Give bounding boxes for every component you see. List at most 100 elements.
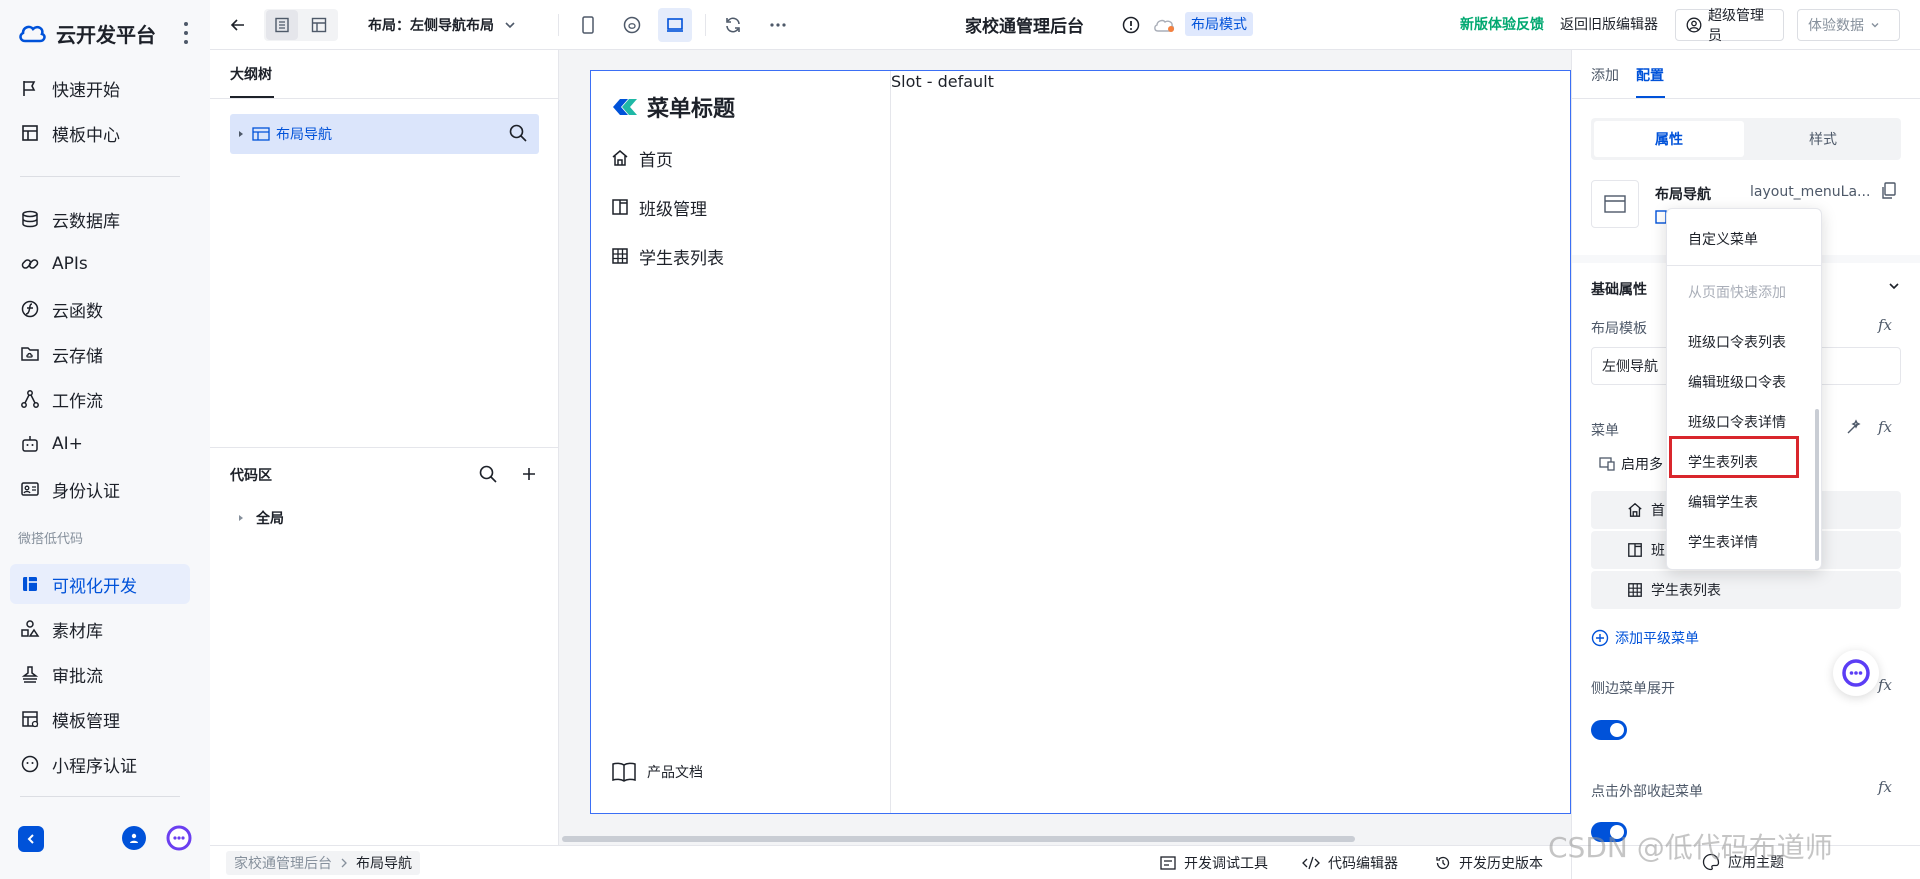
preview-menu-item-students[interactable]: 学生表列表 — [611, 241, 724, 271]
nav-item-functions[interactable]: 云函数 — [10, 289, 190, 329]
copy-icon[interactable] — [1881, 182, 1897, 200]
tab-add[interactable]: 添加 — [1591, 65, 1619, 85]
info-circle-icon[interactable] — [1115, 10, 1147, 40]
tab-config[interactable]: 配置 — [1636, 65, 1664, 85]
old-editor-link[interactable]: 返回旧版编辑器 — [1560, 14, 1658, 34]
code-area-title: 代码区 — [230, 468, 272, 484]
left-sidebar: 云开发平台 快速开始 模板中心 云数据库 APIs 云函数 云存储 工作流 AI… — [0, 0, 210, 879]
preview-menu-item-home[interactable]: 首页 — [611, 143, 673, 173]
fx-icon[interactable]: fx — [1878, 676, 1892, 694]
id-card-icon — [18, 477, 42, 501]
caret-right-icon[interactable] — [236, 513, 246, 523]
miniprogram-device-icon[interactable] — [616, 10, 648, 40]
chevron-down-icon[interactable] — [1888, 280, 1900, 292]
more-vertical-icon[interactable] — [178, 20, 194, 46]
layout-selector[interactable]: 布局：左侧导航布局 — [368, 10, 516, 40]
dropdown-item[interactable]: 编辑学生表 — [1667, 484, 1817, 520]
nav-item-label: 云数据库 — [52, 211, 120, 232]
feedback-link[interactable]: 新版体验反馈 — [1460, 14, 1544, 34]
app-title: 家校通管理后台 — [965, 17, 1084, 37]
magic-wand-icon[interactable] — [1845, 418, 1863, 436]
nav-item-auth[interactable]: 身份认证 — [10, 469, 190, 509]
search-icon[interactable] — [508, 123, 528, 143]
nav-item-miniprogram[interactable]: 小程序认证 — [10, 744, 190, 784]
user-avatar-icon[interactable] — [122, 826, 146, 850]
component-thumbnail — [1591, 180, 1639, 228]
segment-styles[interactable]: 样式 — [1748, 121, 1898, 157]
segment-control: 属性 样式 — [1591, 118, 1901, 160]
search-icon[interactable] — [478, 464, 498, 484]
assistant-icon[interactable] — [166, 825, 192, 851]
breadcrumb-item[interactable]: 布局导航 — [356, 853, 412, 873]
status-bar: 家校通管理后台 布局导航 开发调试工具 代码编辑器 开发历史版本 — [210, 845, 1571, 879]
nav-item-visual-dev[interactable]: 可视化开发 — [10, 564, 190, 604]
mobile-device-icon[interactable] — [572, 10, 604, 40]
nav-item-label: 云存储 — [52, 346, 103, 367]
tree-node-label: 布局导航 — [276, 127, 332, 143]
nav-item-storage[interactable]: 云存储 — [10, 334, 190, 374]
mode-badge[interactable]: 布局模式 — [1185, 12, 1253, 36]
dropdown-item-custom-menu[interactable]: 自定义菜单 — [1667, 221, 1817, 257]
tab-outline-tree[interactable]: 大纲树 — [230, 50, 272, 98]
trial-data-select[interactable]: 体验数据 — [1797, 9, 1900, 41]
nav-item-apis[interactable]: APIs — [10, 244, 190, 284]
add-icon[interactable] — [520, 465, 538, 483]
dropdown-item[interactable]: 学生表详情 — [1667, 524, 1817, 560]
preview-menu-item-class[interactable]: 班级管理 — [611, 192, 707, 222]
page-preview[interactable]: 菜单标题 首页 班级管理 学生表列表 产品文档 Slot - default — [590, 70, 1571, 814]
fx-icon[interactable]: fx — [1878, 418, 1892, 436]
fx-icon[interactable]: fx — [1878, 316, 1892, 334]
menu-config-row-students[interactable]: 学生表列表 — [1591, 571, 1901, 609]
side-expand-toggle[interactable] — [1591, 720, 1627, 740]
enable-multi-option[interactable]: 启用多 — [1599, 454, 1663, 474]
back-arrow-icon[interactable] — [222, 10, 254, 40]
dropdown-item[interactable]: 班级口令表列表 — [1667, 324, 1817, 360]
page-view-icon[interactable] — [266, 10, 298, 40]
nav-item-template-manage[interactable]: 模板管理 — [10, 699, 190, 739]
nav-item-ai[interactable]: AI+ — [10, 424, 190, 464]
tree-node-layout-nav[interactable]: 布局导航 — [230, 114, 539, 154]
floating-assistant-button[interactable] — [1833, 650, 1879, 696]
more-horizontal-icon[interactable] — [762, 10, 794, 40]
app-logo-icon — [611, 95, 639, 119]
home-icon — [611, 149, 629, 167]
cloud-folder-icon — [18, 342, 42, 366]
plus-circle-icon — [1591, 629, 1609, 647]
caret-right-icon[interactable] — [236, 129, 246, 139]
database-icon — [18, 207, 42, 231]
breadcrumb-item[interactable]: 家校通管理后台 — [234, 853, 332, 873]
dropdown-scrollbar[interactable] — [1815, 409, 1819, 561]
nav-item-templates[interactable]: 模板中心 — [10, 113, 190, 153]
dropdown-item[interactable]: 编辑班级口令表 — [1667, 364, 1817, 400]
nav-item-quickstart[interactable]: 快速开始 — [10, 68, 190, 108]
user-menu-button[interactable]: 超级管理员 — [1675, 8, 1784, 44]
nav-item-workflow[interactable]: 工作流 — [10, 379, 190, 419]
collapse-sidebar-button[interactable] — [18, 826, 44, 852]
nav-item-approval[interactable]: 审批流 — [10, 654, 190, 694]
nav-item-database[interactable]: 云数据库 — [10, 199, 190, 239]
top-toolbar: 布局：左侧导航布局 家校通管理后台 布局模式 新版体验反馈 返回旧版编辑器 超级… — [210, 0, 1920, 50]
nav-item-label: 模板管理 — [52, 711, 120, 732]
brand[interactable]: 云开发平台 — [18, 18, 156, 48]
preview-doc-link[interactable]: 产品文档 — [611, 759, 703, 785]
add-sibling-menu-button[interactable]: 添加平级菜单 — [1591, 628, 1699, 648]
basic-props-header[interactable]: 基础属性 — [1591, 279, 1647, 299]
code-tree-node-global[interactable]: 全局 — [236, 508, 284, 528]
layout-view-icon[interactable] — [303, 10, 335, 40]
nav-item-assets[interactable]: 素材库 — [10, 609, 190, 649]
horizontal-scrollbar[interactable] — [562, 836, 1355, 842]
fx-icon[interactable]: fx — [1878, 778, 1892, 796]
divider — [210, 98, 559, 99]
cloud-status-icon[interactable] — [1148, 10, 1180, 40]
dev-tools-button[interactable]: 开发调试工具 — [1160, 846, 1268, 879]
history-versions-button[interactable]: 开发历史版本 — [1435, 846, 1543, 879]
code-editor-button[interactable]: 代码编辑器 — [1302, 846, 1398, 879]
refresh-icon[interactable] — [717, 10, 749, 40]
segment-properties[interactable]: 属性 — [1594, 121, 1744, 157]
nav-divider — [20, 796, 180, 797]
nav-item-label: 工作流 — [52, 391, 103, 412]
layout-component-icon — [252, 127, 270, 141]
nav-item-label: 审批流 — [52, 666, 103, 687]
desktop-device-icon[interactable] — [658, 8, 692, 42]
dropdown-item[interactable]: 班级口令表详情 — [1667, 404, 1817, 440]
